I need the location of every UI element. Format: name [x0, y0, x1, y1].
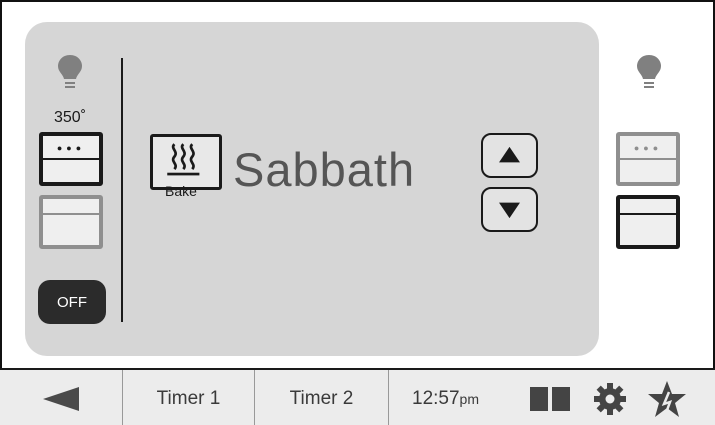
- upper-oven-button-right[interactable]: ●●●: [616, 132, 680, 186]
- star-icon: [648, 380, 686, 417]
- decrease-button[interactable]: [481, 187, 538, 232]
- favorites-button[interactable]: [644, 370, 690, 425]
- increase-button[interactable]: [481, 133, 538, 178]
- upper-oven-light-icon[interactable]: [55, 53, 85, 93]
- divider: [121, 58, 123, 322]
- clock: 12:57 pm: [412, 370, 502, 425]
- oven-dots-icon: ●●●: [56, 143, 86, 153]
- bottom-nav-bar: Timer 1 Timer 2 12:57 pm: [0, 368, 715, 425]
- settings-button[interactable]: [588, 370, 632, 425]
- upper-oven-temperature: 350˚: [54, 109, 87, 126]
- gear-icon: [594, 382, 626, 415]
- down-arrow-icon: [499, 202, 520, 219]
- bake-mode-icon[interactable]: [150, 134, 222, 190]
- oven-dots-icon: ●●●: [633, 143, 663, 153]
- lower-oven-button-left[interactable]: [39, 195, 103, 249]
- split-view-icon: [530, 386, 570, 411]
- back-arrow-icon: [43, 386, 79, 411]
- lower-oven-button[interactable]: [616, 195, 680, 249]
- clock-suffix: pm: [459, 390, 479, 407]
- clock-time: 12:57: [412, 387, 460, 409]
- upper-oven-button[interactable]: ●●●: [39, 132, 103, 186]
- timer2-button[interactable]: Timer 2: [255, 370, 388, 425]
- lower-oven-light-icon[interactable]: [634, 53, 664, 93]
- up-arrow-icon: [499, 146, 520, 163]
- mode-label: Bake: [165, 183, 197, 199]
- dual-oven-view-button[interactable]: [528, 370, 572, 425]
- mode-name: Sabbath: [233, 143, 416, 196]
- back-button[interactable]: [0, 370, 122, 425]
- timer1-button[interactable]: Timer 1: [123, 370, 254, 425]
- off-button[interactable]: OFF: [38, 280, 106, 324]
